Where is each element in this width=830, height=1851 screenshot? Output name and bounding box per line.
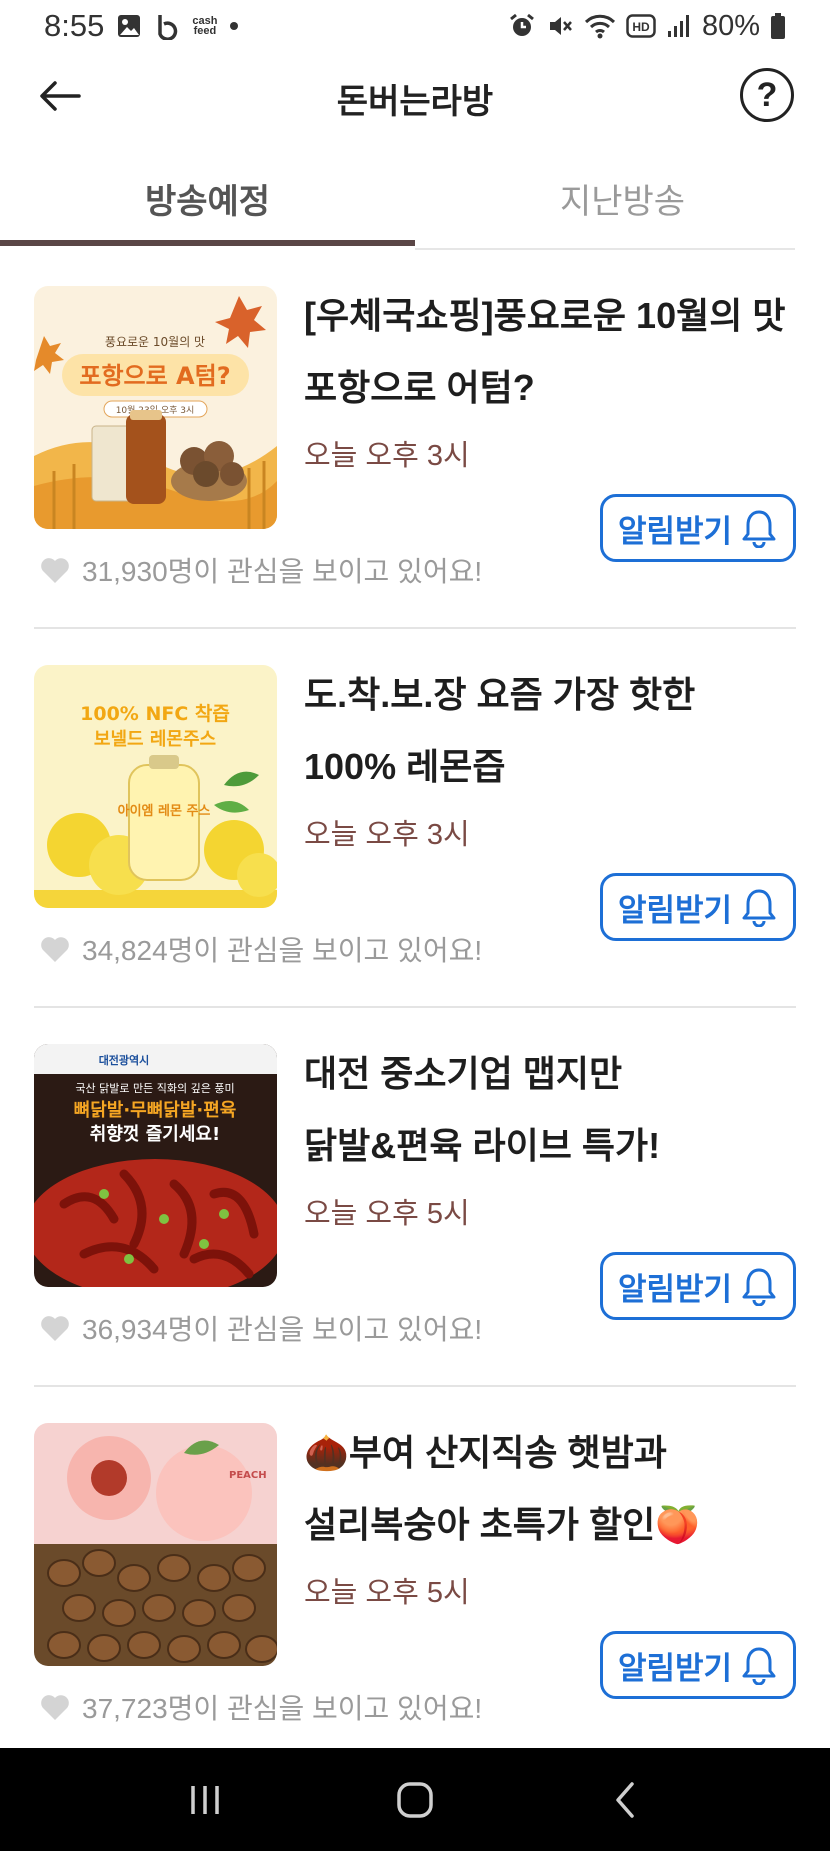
interest-count-text: 37,723명이 관심을 보이고 있어요! [82,1693,483,1724]
b-app-icon [154,12,180,40]
notify-button[interactable]: 알림받기 [600,1631,796,1699]
item-schedule-time: 오늘 오후 3시 [304,440,470,472]
thumb-subtitle-text: 국산 닭발로 만든 직화의 깊은 풍미 [75,1082,234,1095]
heart-icon[interactable] [40,1694,70,1721]
item-thumbnail: 풍요로운 10월의 맛 포항으로 A텀? 10월 23일 오후 3시 [34,286,277,529]
app-header: 돈버는라방 ? [0,60,830,132]
alarm-icon [508,12,536,40]
battery-percent: 80% [701,9,760,42]
bell-icon [742,889,776,927]
interest-count-text: 34,824명이 관심을 보이고 있어요! [82,935,483,966]
item-title[interactable]: [우체국쇼핑]풍요로운 10월의 맛 포항으로 어텀? [304,280,804,424]
notify-button-label: 알림받기 [617,892,733,928]
home-button[interactable] [375,1770,455,1830]
thumb-bottle-label: 아이엠 레몬 주스 [118,803,211,819]
heart-icon[interactable] [40,557,70,584]
item-thumbnail: 대전광역시 국산 닭발로 만든 직화의 깊은 풍미 뼈닭발·무뼈닭발·편육 취향… [34,1044,277,1287]
bell-icon [742,1268,776,1306]
bell-icon [742,510,776,548]
item-thumbnail: PEACH [34,1423,277,1666]
recent-apps-button[interactable] [165,1770,245,1830]
list-item[interactable]: 풍요로운 10월의 맛 포항으로 A텀? 10월 23일 오후 3시 [우체국쇼… [34,250,796,629]
status-time: 8:55 [44,8,105,43]
chevron-left-icon [616,1781,634,1818]
item-title[interactable]: 대전 중소기업 맵지만 닭발&편육 라이브 특가! [304,1038,804,1182]
item-title[interactable]: 도.착.보.장 요즘 가장 핫한 100% 레몬즙 [304,659,804,803]
interest-row: 31,930명이 관심을 보이고 있어요! [40,550,482,590]
thumb-subheadline-text: 보넬드 레몬주스 [94,729,216,750]
thumb-subheadline-text: 취향껏 즐기세요! [90,1124,220,1145]
gallery-icon [116,13,142,39]
status-bar: 8:55 cash feed HD 80% [0,0,830,52]
active-tab-indicator [0,240,415,246]
item-thumbnail: 100% NFC 착즙 보넬드 레몬주스 아이엠 레몬 주스 [34,665,277,908]
thumb-headline-text: 포항으로 A텀? [79,362,230,390]
cashfeed-icon: cash feed [192,15,218,37]
tab-upcoming-broadcasts[interactable]: 방송예정 [0,150,415,246]
thumb-subtitle-text: 풍요로운 10월의 맛 [105,335,205,349]
notify-button[interactable]: 알림받기 [600,494,796,562]
home-icon [397,1781,433,1818]
svg-text:HD: HD [632,20,650,34]
item-schedule-time: 오늘 오후 5시 [304,1198,470,1230]
interest-count-text: 36,934명이 관심을 보이고 있어요! [82,1314,483,1345]
dot-icon [229,21,239,31]
item-schedule-time: 오늘 오후 3시 [304,819,470,851]
system-back-button[interactable] [585,1770,665,1830]
interest-row: 36,934명이 관심을 보이고 있어요! [40,1308,482,1348]
bell-icon [742,1647,776,1685]
wifi-icon [584,12,616,40]
tab-past-broadcasts[interactable]: 지난방송 [415,150,830,246]
heart-icon[interactable] [40,936,70,963]
thumb-brand-text: 대전광역시 [99,1053,150,1067]
tab-bar: 방송예정 지난방송 [0,150,830,250]
thumb-headline-text: 100% NFC 착즙 [80,703,230,725]
signal-icon [666,13,692,39]
question-mark-icon: ? [756,75,778,114]
notify-button[interactable]: 알림받기 [600,1252,796,1320]
help-button[interactable]: ? [740,68,794,122]
notify-button[interactable]: 알림받기 [600,873,796,941]
list-item[interactable]: 대전광역시 국산 닭발로 만든 직화의 깊은 풍미 뼈닭발·무뼈닭발·편육 취향… [34,1008,796,1387]
thumb-headline-text: 뼈닭발·무뼈닭발·편육 [74,1100,237,1121]
notify-button-label: 알림받기 [617,1271,733,1307]
interest-row: 37,723명이 관심을 보이고 있어요! [40,1687,482,1727]
item-schedule-time: 오늘 오후 5시 [304,1577,470,1609]
broadcast-list: 풍요로운 10월의 맛 포항으로 A텀? 10월 23일 오후 3시 [우체국쇼… [34,250,796,1766]
list-item[interactable]: 100% NFC 착즙 보넬드 레몬주스 아이엠 레몬 주스 도.착.보.장 요… [34,629,796,1008]
notify-button-label: 알림받기 [617,513,733,549]
interest-count-text: 31,930명이 관심을 보이고 있어요! [82,556,483,587]
notify-button-label: 알림받기 [617,1650,733,1686]
battery-icon [770,12,786,40]
list-item[interactable]: PEACH 🌰부여 산지직송 햇밤과 설리복숭아 초특가 할인🍑 오늘 오후 5… [34,1387,796,1766]
recent-apps-icon [191,1785,219,1814]
thumb-label-text: PEACH [229,1470,267,1481]
page-title: 돈버는라방 [336,83,494,121]
hd-icon: HD [626,14,656,38]
mute-icon [546,12,574,40]
item-title[interactable]: 🌰부여 산지직송 햇밤과 설리복숭아 초특가 할인🍑 [304,1417,804,1561]
heart-icon[interactable] [40,1315,70,1342]
interest-row: 34,824명이 관심을 보이고 있어요! [40,929,482,969]
system-nav-bar [0,1748,830,1851]
